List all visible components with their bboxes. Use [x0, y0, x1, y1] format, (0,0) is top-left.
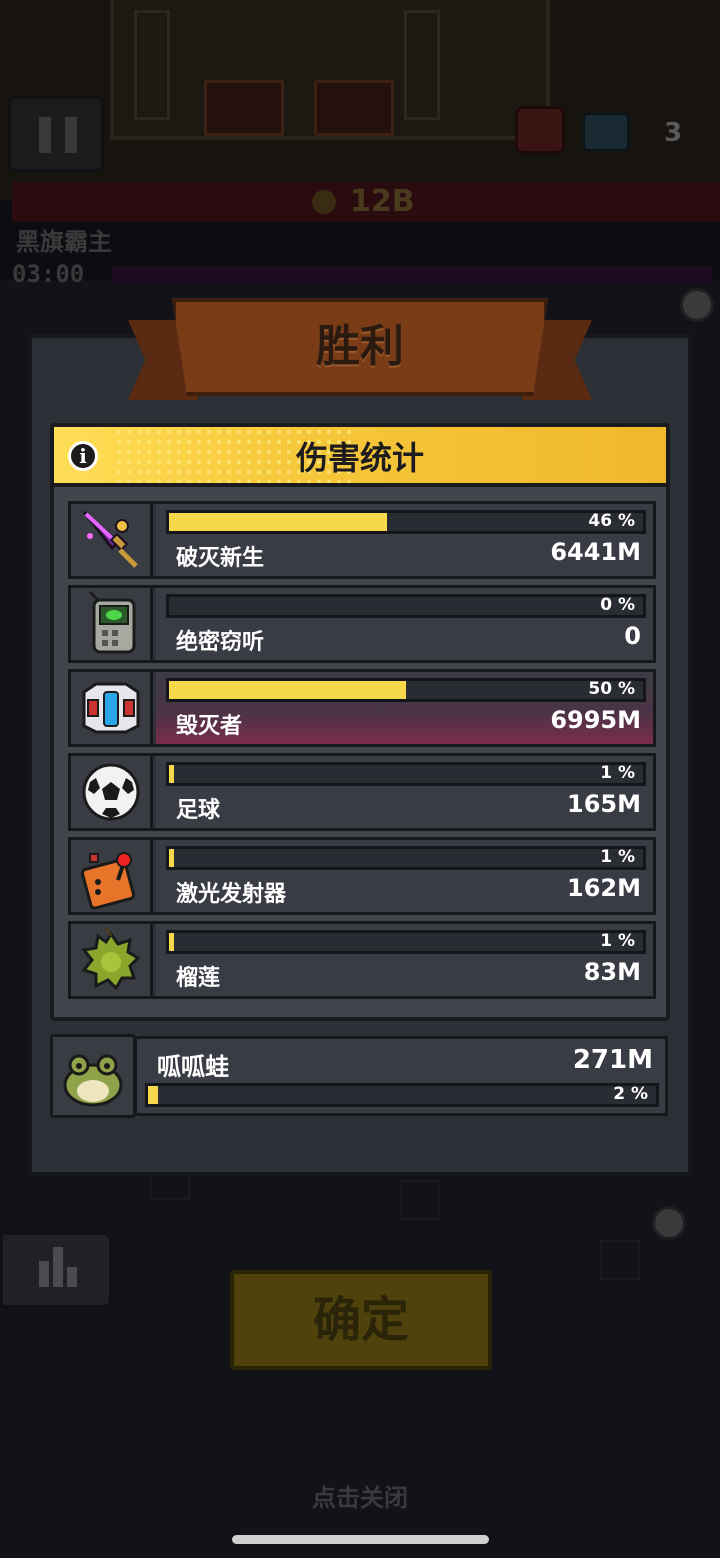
damage-stats-title: 伤害统计	[295, 439, 424, 477]
damage-percent: 50 %	[588, 679, 635, 699]
weapon-row: 1 % 足球 165M	[68, 753, 656, 831]
frog-icon	[50, 1034, 136, 1118]
damage-stats-card: i 伤害统计 46 % 破灭新生 6441M 0 % 绝密窃听 0 50 % 毁…	[50, 423, 670, 1021]
pet-name: 呱呱蛙	[157, 1053, 229, 1081]
timer: 03:00	[12, 260, 85, 288]
background-ball	[652, 1206, 686, 1240]
damage-percent: 1 %	[600, 847, 635, 867]
victory-title: 胜利	[316, 321, 404, 372]
gold-amount: 12B	[350, 184, 415, 219]
weapon-row: 50 % 毁灭者 6995M	[68, 669, 656, 747]
damage-bar-fill	[169, 765, 174, 783]
background-ball	[680, 288, 714, 322]
chest-icon	[582, 112, 630, 152]
victory-ribbon: 胜利	[128, 298, 592, 408]
chest-count: 3	[664, 118, 683, 148]
pet-info: 呱呱蛙 271M 2 %	[134, 1036, 668, 1116]
weapon-list: 46 % 破灭新生 6441M 0 % 绝密窃听 0 50 % 毁灭者 6995…	[68, 501, 656, 1005]
damage-percent: 1 %	[600, 763, 635, 783]
damage-percent: 1 %	[600, 931, 635, 951]
damage-bar: 0 %	[166, 594, 646, 618]
damage-bar: 46 %	[166, 510, 646, 534]
weapon-damage: 83M	[583, 958, 641, 986]
damage-bar-fill	[169, 933, 174, 951]
damage-percent: 0 %	[600, 595, 635, 615]
soccer-ball-icon	[71, 756, 153, 828]
weapon-row: 1 % 激光发射器 162M	[68, 837, 656, 915]
pet-damage-bar-fill	[148, 1086, 158, 1104]
pause-button[interactable]	[8, 96, 104, 172]
damage-bar: 1 %	[166, 846, 646, 870]
confirm-button[interactable]: 确定	[230, 1270, 492, 1370]
purple-sword-icon	[71, 504, 153, 576]
damage-bar: 1 %	[166, 762, 646, 786]
weapon-row: 0 % 绝密窃听 0	[68, 585, 656, 663]
weapon-name: 毁灭者	[176, 714, 243, 739]
weapon-row: 46 % 破灭新生 6441M	[68, 501, 656, 579]
durian-icon	[71, 924, 153, 996]
laser-controller-icon	[71, 840, 153, 912]
home-indicator[interactable]	[232, 1535, 489, 1544]
weapon-name: 激光发射器	[176, 882, 287, 907]
weapon-damage: 6995M	[550, 706, 641, 734]
weapon-name: 足球	[176, 798, 221, 823]
damage-bar: 50 %	[166, 678, 646, 702]
spy-device-icon	[71, 588, 153, 660]
damage-bar-fill	[169, 513, 387, 531]
weapon-name: 绝密窃听	[176, 630, 265, 655]
weapon-row: 1 % 榴莲 83M	[68, 921, 656, 999]
boss-name: 黑旗霸主	[16, 228, 112, 256]
boss-icon	[515, 106, 565, 154]
damage-bar-fill	[169, 849, 174, 867]
stats-button[interactable]	[0, 1232, 112, 1308]
weapon-name: 榴莲	[176, 966, 221, 991]
pet-damage-bar: 2 %	[145, 1083, 659, 1107]
weapon-damage: 6441M	[550, 538, 641, 566]
damage-percent: 46 %	[588, 511, 635, 531]
weapon-damage: 165M	[567, 790, 641, 818]
robot-helmet-icon	[71, 672, 153, 744]
pet-damage-percent: 2 %	[613, 1084, 648, 1104]
damage-bar: 1 %	[166, 930, 646, 954]
pet-damage-card: 呱呱蛙 271M 2 %	[50, 1034, 670, 1118]
pet-damage: 271M	[572, 1045, 653, 1075]
damage-bar-fill	[169, 681, 406, 699]
tap-to-close-label[interactable]: 点击关闭	[0, 1478, 720, 1513]
weapon-damage: 0	[624, 622, 641, 650]
timer-bar	[112, 266, 712, 284]
damage-stats-header: i 伤害统计	[54, 427, 666, 487]
weapon-name: 破灭新生	[176, 546, 265, 571]
background-building	[110, 0, 550, 140]
weapon-damage: 162M	[567, 874, 641, 902]
coin-icon	[312, 190, 336, 214]
